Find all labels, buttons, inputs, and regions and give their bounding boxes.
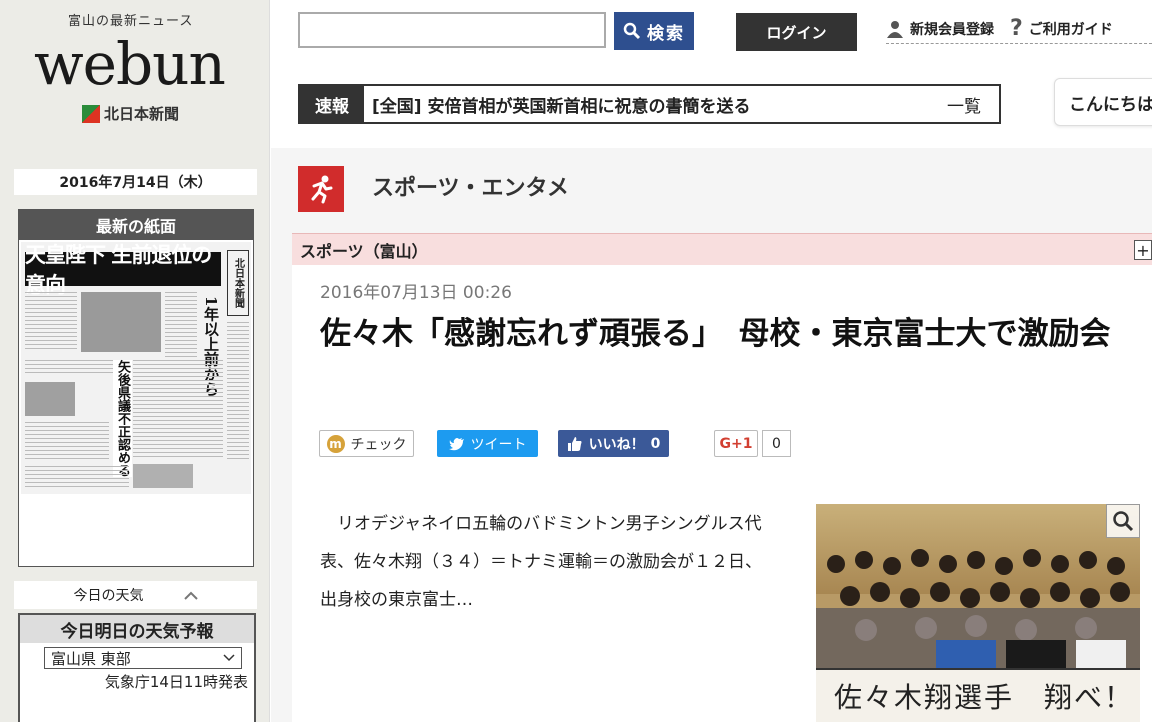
gplus-count: 0 bbox=[762, 430, 791, 457]
like-button[interactable]: いいね！ 0 bbox=[558, 430, 669, 457]
section-header: スポーツ（富山） + bbox=[292, 233, 1152, 265]
paper-columns bbox=[25, 360, 115, 376]
site-tagline: 富山の最新ニュース bbox=[68, 14, 194, 29]
latest-paper[interactable]: 最新の紙面 天皇陛下 生前退位の意向 北日本新聞 1年以上前から 矢後県議不正認… bbox=[18, 209, 254, 567]
sports-category-icon bbox=[298, 166, 344, 212]
paper-photo bbox=[25, 382, 75, 416]
breaking-headline[interactable]: [全国] 安倍首相が英国新首相に祝意の書簡を送る bbox=[364, 86, 929, 122]
weather-forecast: 今日明日の天気予報 富山県 東部 気象庁14日11時発表 最高 31 bbox=[18, 613, 256, 722]
person-icon bbox=[887, 20, 903, 38]
search-button[interactable]: 検索 bbox=[614, 12, 694, 50]
expand-icon[interactable]: + bbox=[1134, 240, 1152, 260]
magnifier-icon bbox=[1113, 511, 1134, 532]
paper-columns bbox=[25, 422, 109, 462]
register-link-label: 新規会員登録 bbox=[910, 21, 994, 38]
zoom-icon[interactable] bbox=[1106, 504, 1140, 538]
chevron-up-icon[interactable] bbox=[183, 590, 198, 600]
paper-photo bbox=[133, 464, 193, 488]
tweet-button[interactable]: ツイート bbox=[437, 430, 538, 457]
publisher-logo[interactable]: 北日本新聞 bbox=[82, 103, 179, 124]
region-select-value: 富山県 東部 bbox=[51, 649, 131, 668]
region-select[interactable]: 富山県 東部 bbox=[44, 647, 242, 669]
weather-tab[interactable]: 今日の天気 bbox=[14, 581, 257, 609]
thumbs-up-icon bbox=[567, 436, 582, 451]
section-title: スポーツ（富山） bbox=[300, 241, 428, 261]
check-button-label: チェック bbox=[350, 436, 407, 453]
logo-area: 富山の最新ニュース webun 北日本新聞 bbox=[0, 0, 270, 148]
register-link[interactable]: 新規会員登録 bbox=[886, 19, 994, 39]
paper-columns bbox=[25, 292, 77, 352]
publisher-mark-icon bbox=[82, 104, 100, 123]
greeting-box: こんにちは bbox=[1054, 78, 1152, 126]
publisher-name: 北日本新聞 bbox=[104, 105, 180, 123]
twitter-bird-icon bbox=[448, 437, 464, 450]
current-date: 2016年7月14日（木） bbox=[14, 169, 257, 195]
like-count: 0 bbox=[650, 435, 661, 452]
mixi-icon: m bbox=[326, 434, 345, 453]
chevron-down-icon bbox=[223, 654, 235, 662]
breaking-news-bar: 速報 [全国] 安倍首相が英国新首相に祝意の書簡を送る 一覧 bbox=[298, 84, 1001, 124]
check-button[interactable]: m チェック bbox=[319, 430, 414, 457]
photo-banner: 佐々木翔選手 翔べ！ bbox=[816, 668, 1140, 722]
paper-subhead: 矢後県議不正認める bbox=[113, 360, 132, 477]
site-logo[interactable]: webun bbox=[34, 30, 226, 98]
tweet-button-label: ツイート bbox=[470, 436, 527, 453]
guide-link-label: ご利用ガイド bbox=[1028, 21, 1113, 38]
running-person-icon bbox=[311, 175, 333, 204]
weather-title: 今日明日の天気予報 bbox=[20, 615, 254, 643]
search-input[interactable] bbox=[298, 12, 606, 48]
weather-publish-note: 気象庁14日11時発表 bbox=[104, 673, 248, 691]
question-icon: ? bbox=[1010, 16, 1023, 41]
paper-photo bbox=[81, 292, 161, 352]
paper-columns bbox=[227, 322, 249, 462]
article-headline: 佐々木「感謝忘れず頑張る」 母校・東京富士大で激励会 bbox=[320, 316, 1111, 352]
newspaper-thumbnail[interactable]: 天皇陛下 生前退位の意向 北日本新聞 1年以上前から 矢後県議不正認める bbox=[21, 242, 251, 494]
left-sidebar: 2016年7月14日（木） 最新の紙面 天皇陛下 生前退位の意向 北日本新聞 1… bbox=[0, 148, 270, 722]
category-title: スポーツ・エンタメ bbox=[372, 176, 569, 201]
login-button[interactable]: ログイン bbox=[736, 13, 857, 51]
breaking-list-link[interactable]: 一覧 bbox=[929, 86, 999, 122]
paper-masthead: 北日本新聞 bbox=[227, 250, 249, 316]
breaking-label: 速報 bbox=[300, 86, 364, 122]
gplus-button[interactable]: G+1 bbox=[714, 430, 758, 457]
guide-link[interactable]: ? ご利用ガイド bbox=[1010, 16, 1113, 41]
paper-headline: 天皇陛下 生前退位の意向 bbox=[25, 242, 221, 297]
weather-tab-label: 今日の天気 bbox=[73, 588, 144, 604]
crowd-illustration bbox=[816, 549, 1140, 674]
like-button-label: いいね！ bbox=[588, 436, 645, 453]
article-body: リオデジャネイロ五輪のバドミントン男子シングルス代表、佐々木翔（３４）＝トナミ運… bbox=[320, 514, 762, 610]
search-icon bbox=[623, 22, 641, 40]
paper-columns bbox=[133, 360, 223, 458]
article-timestamp: 2016年07月13日 00:26 bbox=[320, 283, 512, 303]
search-button-label: 検索 bbox=[647, 23, 685, 43]
top-links: 新規会員登録 ? ご利用ガイド bbox=[886, 14, 1152, 44]
paper-columns bbox=[25, 466, 129, 490]
latest-paper-title: 最新の紙面 bbox=[19, 210, 253, 240]
